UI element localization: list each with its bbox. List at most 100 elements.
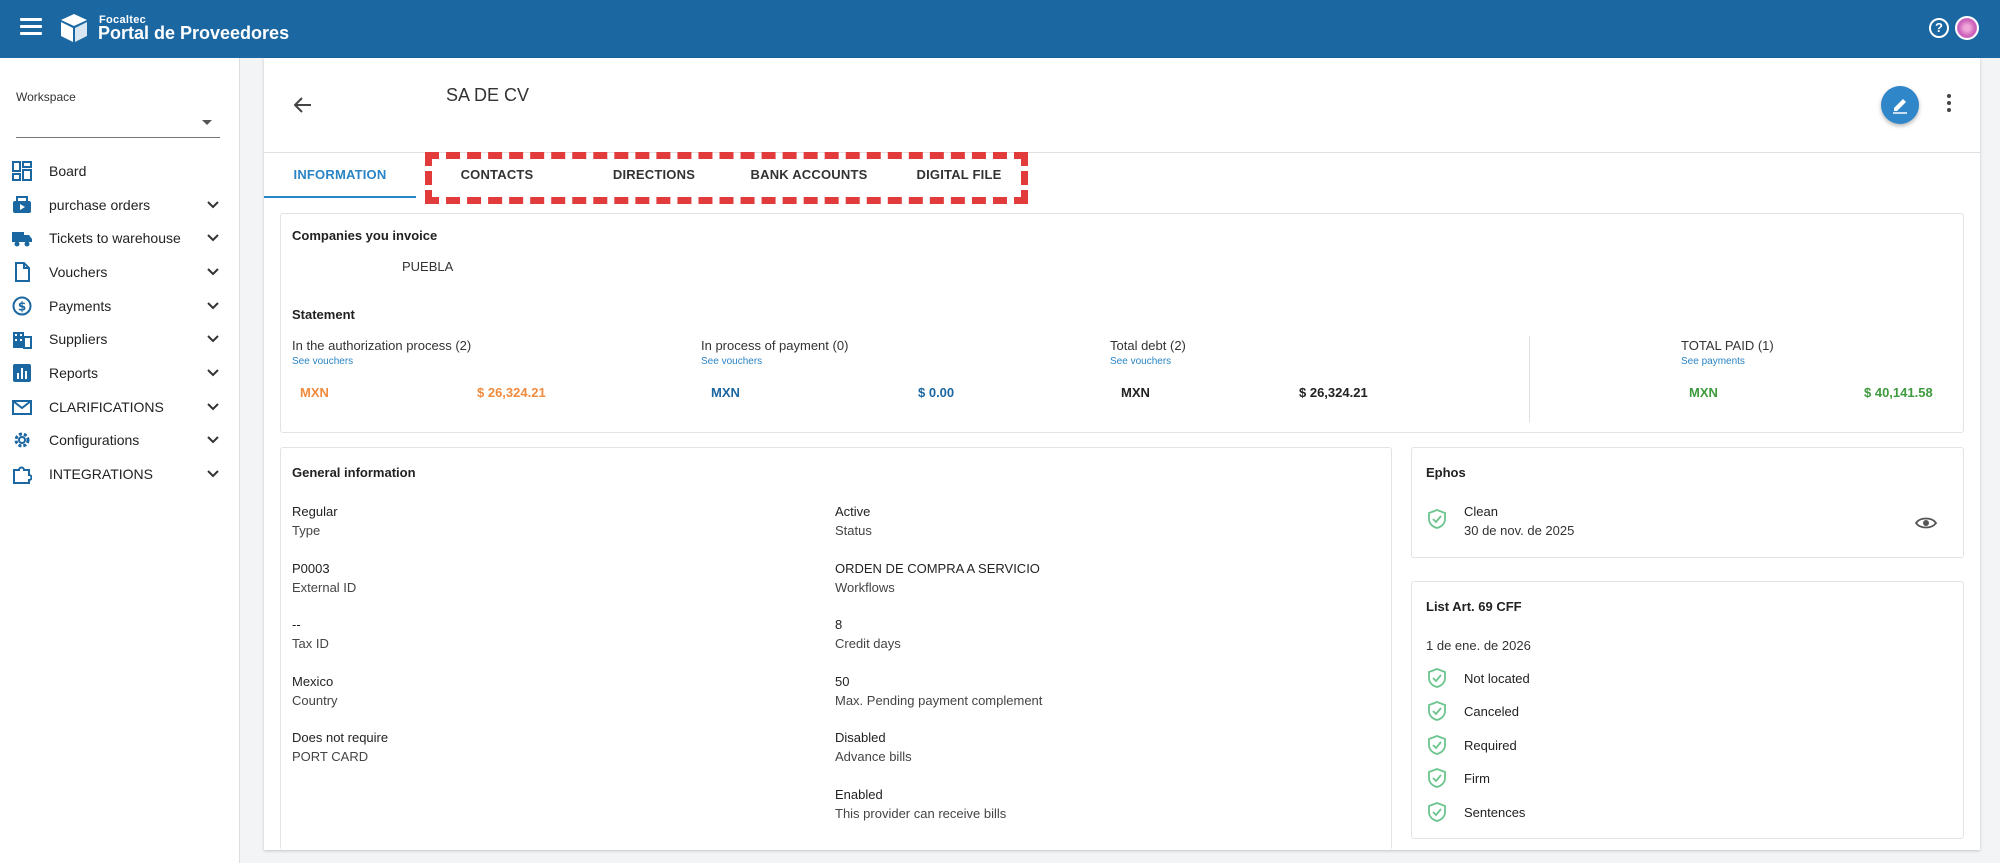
- credit-days-label: Credit days: [835, 636, 901, 651]
- sidebar-item-board[interactable]: Board: [0, 154, 240, 188]
- sidebar-item-clarifications[interactable]: CLARIFICATIONS: [0, 390, 240, 424]
- dashboard-icon: [12, 160, 32, 181]
- tax-id-label: Tax ID: [292, 636, 329, 651]
- sidebar-item-label: Payments: [49, 297, 112, 314]
- credit-days-value: 8: [835, 617, 843, 632]
- statement-label: In the authorization process (2): [292, 338, 472, 353]
- chevron-down-icon: [207, 436, 219, 444]
- workflows-label: Workflows: [835, 580, 895, 595]
- sidebar-item-label: CLARIFICATIONS: [49, 398, 164, 415]
- chevron-down-icon: [207, 200, 219, 208]
- general-info-panel: General information Regular Type P0003 E…: [280, 447, 1392, 850]
- brand-title: Portal de Proveedores: [98, 23, 290, 43]
- external-id-value: P0003: [292, 561, 330, 576]
- shield-check-icon: [1428, 735, 1446, 755]
- shield-check-icon: [1428, 668, 1446, 688]
- type-value: Regular: [292, 504, 338, 519]
- receive-bills-label: This provider can receive bills: [835, 806, 1007, 821]
- see-vouchers-link[interactable]: See vouchers: [292, 356, 353, 367]
- art69-item: Required: [1464, 738, 1517, 753]
- see-vouchers-link[interactable]: See vouchers: [701, 356, 762, 367]
- sidebar-item-reports[interactable]: Reports: [0, 356, 240, 390]
- supplier-detail-card: SA DE CV INFORMATION CONTACTS DIRECTIONS…: [264, 58, 1980, 850]
- statement-amount: $ 26,324.21: [1299, 385, 1368, 400]
- ephos-date: 30 de nov. de 2025: [1464, 523, 1575, 538]
- shield-check-icon: [1428, 701, 1446, 721]
- shield-check-icon: [1428, 509, 1446, 529]
- truck-icon: [12, 232, 32, 247]
- tax-id-value: --: [292, 617, 301, 632]
- edit-button[interactable]: [1881, 86, 1919, 124]
- menu-icon[interactable]: [20, 18, 42, 38]
- sidebar-item-purchase-orders[interactable]: purchase orders: [0, 188, 240, 222]
- see-payments-link[interactable]: See payments: [1681, 356, 1745, 367]
- caret-down-icon: [202, 120, 212, 125]
- sidebar-item-label: INTEGRATIONS: [49, 466, 153, 483]
- chevron-down-icon: [207, 234, 219, 242]
- sidebar-nav: Board purchase orders Tickets to warehou…: [0, 154, 240, 491]
- shield-check-icon: [1428, 768, 1446, 788]
- sidebar-item-tickets-to-warehouse[interactable]: Tickets to warehouse: [0, 221, 240, 255]
- companies-title: Companies you invoice: [292, 228, 438, 243]
- sidebar-item-label: Board: [49, 162, 87, 179]
- country-value: Mexico: [292, 674, 334, 689]
- see-vouchers-link[interactable]: See vouchers: [1110, 356, 1171, 367]
- divider: [1529, 336, 1530, 422]
- help-icon[interactable]: ?: [1929, 18, 1949, 38]
- eye-icon[interactable]: [1915, 515, 1937, 531]
- sidebar-item-vouchers[interactable]: Vouchers: [0, 255, 240, 289]
- max-pending-value: 50: [835, 674, 850, 689]
- orders-icon: [13, 195, 31, 213]
- workflows-value: ORDEN DE COMPRA A SERVICIO: [835, 561, 1040, 576]
- sidebar-item-label: Vouchers: [49, 263, 108, 280]
- pencil-icon: [1893, 99, 1907, 114]
- gear-icon: [14, 432, 30, 448]
- chevron-down-icon: [207, 268, 219, 276]
- more-vert-icon[interactable]: [1944, 94, 1954, 116]
- sidebar: Workspace Board purchase orders Tickets …: [0, 58, 240, 863]
- chart-icon: [13, 363, 31, 382]
- tab-information[interactable]: INFORMATION: [264, 152, 416, 198]
- art69-title: List Art. 69 CFF: [1426, 599, 1522, 614]
- sidebar-item-payments[interactable]: $ Payments: [0, 289, 240, 323]
- advance-bills-value: Disabled: [835, 730, 886, 745]
- external-id-label: External ID: [292, 580, 357, 595]
- statement-label: In process of payment (0): [701, 338, 849, 353]
- sidebar-item-label: Suppliers: [49, 331, 108, 348]
- receive-bills-value: Enabled: [835, 787, 883, 802]
- user-avatar[interactable]: [1955, 16, 1979, 40]
- art69-item: Sentences: [1464, 805, 1526, 820]
- svg-text:$: $: [18, 299, 26, 313]
- back-arrow-icon[interactable]: [292, 94, 314, 116]
- sidebar-item-label: Reports: [49, 364, 99, 381]
- top-app-bar: Focaltec Portal de Proveedores ?: [0, 0, 2000, 58]
- chevron-down-icon: [207, 335, 219, 343]
- statement-label: TOTAL PAID (1): [1681, 338, 1774, 353]
- document-icon: [15, 261, 30, 282]
- port-card-value: Does not require: [292, 730, 389, 745]
- currency-code: MXN: [1121, 385, 1150, 400]
- company-value: PUEBLA: [402, 259, 454, 274]
- dollar-icon: $: [12, 296, 32, 316]
- art69-item: Not located: [1464, 671, 1530, 686]
- sidebar-item-label: purchase orders: [49, 196, 151, 213]
- sidebar-item-configurations[interactable]: Configurations: [0, 424, 240, 458]
- art69-item: Canceled: [1464, 704, 1519, 719]
- ephos-panel: Ephos Clean 30 de nov. de 2025: [1411, 447, 1964, 558]
- page-title: SA DE CV: [446, 85, 530, 105]
- art69-panel: List Art. 69 CFF 1 de ene. de 2026 Not l…: [1411, 581, 1964, 839]
- workspace-select[interactable]: [16, 106, 220, 138]
- companies-statement-panel: Companies you invoice PUEBLA Statement I…: [280, 213, 1964, 433]
- general-info-title: General information: [292, 465, 416, 480]
- chevron-down-icon: [207, 402, 219, 411]
- sidebar-item-integrations[interactable]: INTEGRATIONS: [0, 457, 240, 491]
- ephos-title: Ephos: [1426, 465, 1466, 480]
- sidebar-item-label: Tickets to warehouse: [49, 230, 181, 247]
- mail-icon: [12, 399, 32, 415]
- status-value: Active: [835, 504, 871, 519]
- box-logo-icon: [58, 12, 90, 44]
- tab-bar: INFORMATION CONTACTS DIRECTIONS BANK ACC…: [264, 152, 1064, 204]
- currency-code: MXN: [300, 385, 329, 400]
- statement-label: Total debt (2): [1110, 338, 1186, 353]
- sidebar-item-suppliers[interactable]: Suppliers: [0, 322, 240, 356]
